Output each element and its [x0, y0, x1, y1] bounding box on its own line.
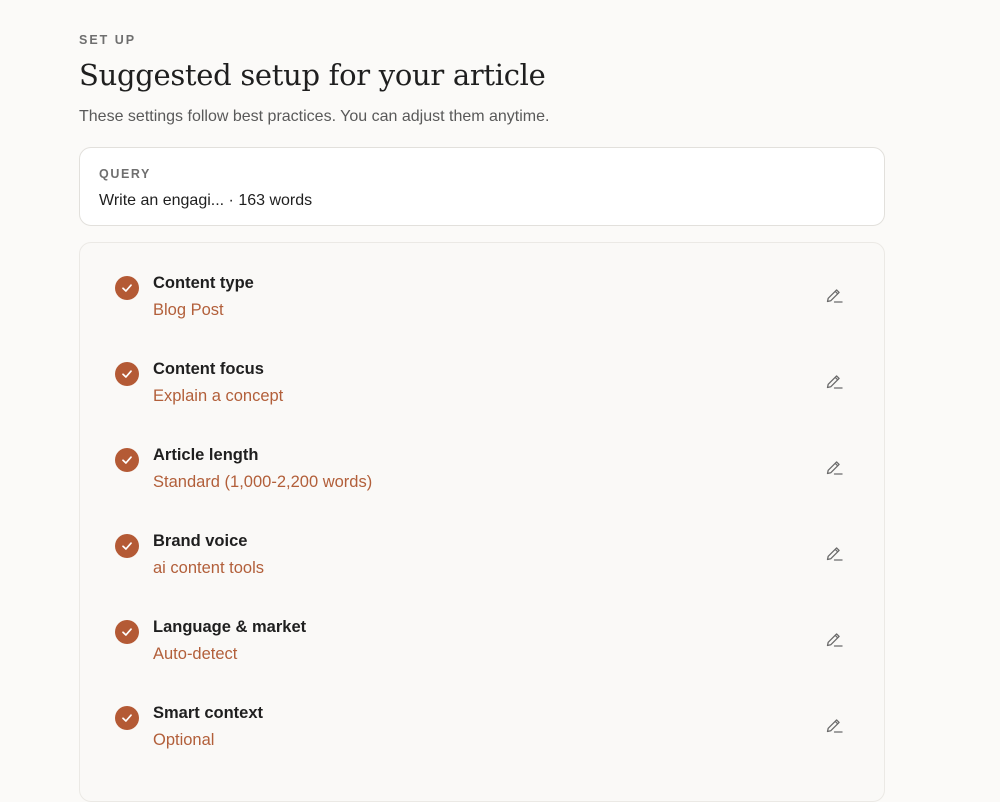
query-summary: Write an engagi... · 163 words — [99, 192, 313, 209]
setting-row-article-length: Article length Standard (1,000-2,200 wor… — [80, 415, 886, 491]
check-icon — [115, 620, 139, 644]
pencil-icon[interactable] — [823, 543, 845, 565]
check-icon — [115, 706, 139, 730]
page-title: Suggested setup for your article — [79, 58, 546, 92]
setting-value: Standard (1,000-2,200 words) — [153, 473, 373, 491]
setting-value: Blog Post — [153, 301, 224, 319]
setting-value: ai content tools — [153, 559, 264, 577]
setting-title: Language & market — [153, 618, 307, 636]
check-icon — [115, 276, 139, 300]
setting-row-content-focus: Content focus Explain a concept — [80, 329, 886, 405]
setting-title: Article length — [153, 446, 259, 464]
check-icon — [115, 448, 139, 472]
check-icon — [115, 362, 139, 386]
setting-title: Smart context — [153, 704, 264, 722]
check-icon — [115, 534, 139, 558]
page-subtitle: These settings follow best practices. Yo… — [79, 108, 550, 125]
setting-title: Content type — [153, 274, 254, 292]
setting-value: Optional — [153, 731, 215, 749]
pencil-icon[interactable] — [823, 715, 845, 737]
pencil-icon[interactable] — [823, 371, 845, 393]
pencil-icon[interactable] — [823, 457, 845, 479]
settings-card: Content type Blog Post Content focus Exp… — [79, 242, 885, 802]
setting-title: Brand voice — [153, 532, 248, 550]
setting-row-smart-context: Smart context Optional — [80, 673, 886, 749]
setting-row-brand-voice: Brand voice ai content tools — [80, 501, 886, 577]
setting-row-language-market: Language & market Auto-detect — [80, 587, 886, 663]
setting-value: Explain a concept — [153, 387, 284, 405]
setting-row-content-type: Content type Blog Post — [80, 243, 886, 319]
query-label: QUERY — [99, 167, 151, 181]
pencil-icon[interactable] — [823, 629, 845, 651]
query-card: QUERY Write an engagi... · 163 words — [79, 147, 885, 226]
setting-title: Content focus — [153, 360, 264, 378]
section-eyebrow: SET UP — [79, 33, 137, 47]
pencil-icon[interactable] — [823, 285, 845, 307]
setting-value: Auto-detect — [153, 645, 238, 663]
